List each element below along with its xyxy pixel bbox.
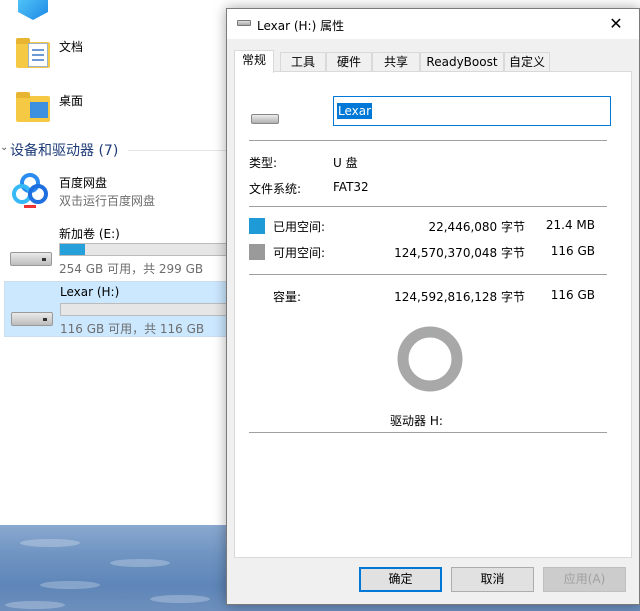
- free-space-bytes: 124,570,370,048 字节: [394, 246, 525, 260]
- divider: [249, 274, 607, 275]
- divider: [249, 432, 607, 433]
- drive-e[interactable]: 新加卷 (E:) 254 GB 可用，共 299 GB: [4, 222, 229, 278]
- drive-name-input[interactable]: [333, 96, 611, 126]
- drive-name: 新加卷 (E:): [59, 227, 120, 241]
- title-bar[interactable]: Lexar (H:) 属性 ✕: [227, 9, 639, 39]
- drive-name-selected-text[interactable]: Lexar: [337, 103, 373, 119]
- properties-dialog: Lexar (H:) 属性 ✕ 常规 工具 硬件 共享 ReadyBoost 自…: [226, 8, 640, 605]
- drive-usage-bar: [60, 303, 230, 316]
- drive-caption: 驱动器 H:: [390, 414, 443, 428]
- filesystem-value: FAT32: [333, 180, 369, 194]
- usb-drive-icon: [237, 20, 251, 26]
- dialog-title: Lexar (H:) 属性: [257, 19, 345, 33]
- divider: [249, 140, 607, 141]
- free-space-size: 116 GB: [550, 244, 595, 258]
- general-tab-panel: Lexar 类型: U 盘 文件系统: FAT32 已用空间: 22,446,0…: [234, 71, 632, 558]
- drive-name: Lexar (H:): [60, 285, 120, 299]
- tab-hardware[interactable]: 硬件: [326, 52, 372, 72]
- usb-drive-icon: [11, 312, 53, 326]
- folder-label-desktop[interactable]: 桌面: [59, 92, 83, 109]
- section-title-devices[interactable]: 设备和驱动器 (7): [10, 140, 118, 160]
- section-divider: [128, 150, 228, 151]
- drive-usage-bar: [59, 243, 229, 256]
- usage-donut-chart: [397, 326, 463, 392]
- type-label: 类型:: [249, 156, 278, 170]
- tab-general[interactable]: 常规: [234, 50, 274, 73]
- documents-folder-icon[interactable]: [16, 38, 50, 68]
- apply-button[interactable]: 应用(A): [543, 567, 626, 592]
- baidu-name[interactable]: 百度网盘: [59, 174, 107, 191]
- tab-sharing[interactable]: 共享: [372, 52, 420, 72]
- capacity-bytes: 124,592,816,128 字节: [394, 290, 525, 304]
- cancel-button[interactable]: 取消: [451, 567, 534, 592]
- folder-label-documents[interactable]: 文档: [59, 38, 83, 55]
- free-space-label: 可用空间:: [273, 246, 326, 260]
- baidu-netdisk-icon[interactable]: [12, 172, 48, 210]
- filesystem-label: 文件系统:: [249, 182, 302, 196]
- collapse-chevron-icon[interactable]: ⌄: [0, 142, 8, 153]
- tab-readyboost[interactable]: ReadyBoost: [420, 52, 504, 72]
- used-space-label: 已用空间:: [273, 220, 326, 234]
- donut-free-ring: [397, 326, 463, 392]
- ok-button[interactable]: 确定: [359, 567, 442, 592]
- drive-usage-text: 254 GB 可用，共 299 GB: [59, 262, 204, 276]
- tab-customize[interactable]: 自定义: [504, 52, 550, 72]
- 3d-objects-icon: [18, 0, 48, 20]
- used-space-bytes: 22,446,080 字节: [428, 220, 525, 234]
- drive-usage-text: 116 GB 可用，共 116 GB: [60, 322, 205, 336]
- close-button[interactable]: ✕: [593, 9, 639, 39]
- desktop-folder-icon[interactable]: [16, 92, 50, 122]
- tab-tools[interactable]: 工具: [280, 52, 326, 72]
- divider: [249, 206, 607, 207]
- used-space-size: 21.4 MB: [545, 218, 595, 232]
- usb-drive-icon: [251, 114, 279, 124]
- hard-drive-icon: [10, 252, 52, 266]
- drive-h[interactable]: Lexar (H:) 116 GB 可用，共 116 GB: [4, 281, 230, 337]
- used-space-swatch: [249, 218, 265, 234]
- baidu-subtitle: 双击运行百度网盘: [59, 194, 156, 208]
- capacity-size: 116 GB: [550, 288, 595, 302]
- type-value: U 盘: [333, 156, 358, 170]
- capacity-label: 容量:: [273, 290, 302, 304]
- free-space-swatch: [249, 244, 265, 260]
